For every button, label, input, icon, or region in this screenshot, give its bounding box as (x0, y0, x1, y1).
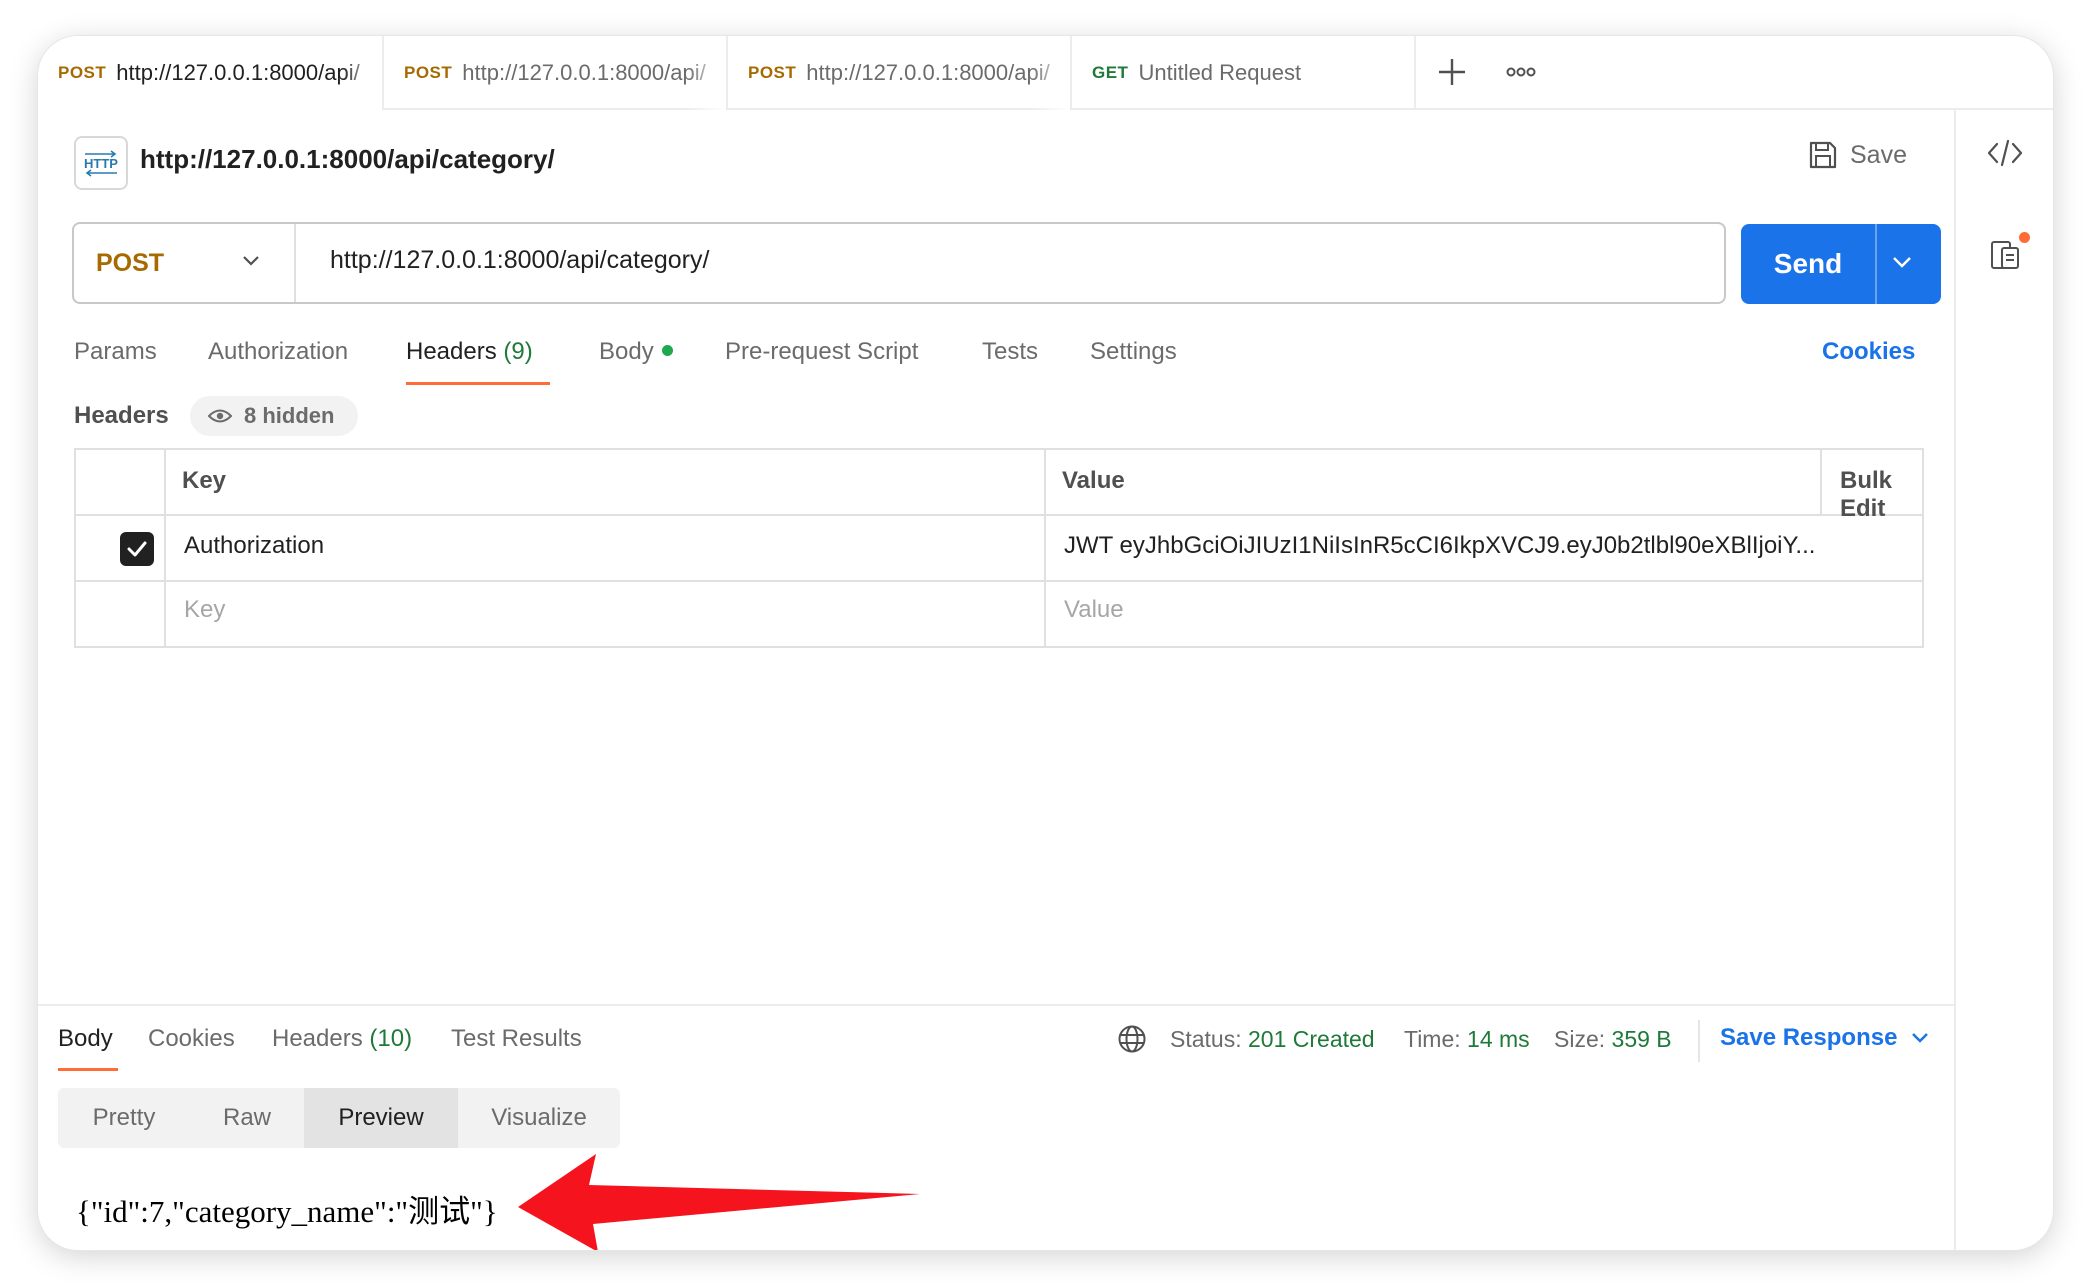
method-label: POST (96, 248, 165, 277)
notification-dot (2017, 230, 2032, 245)
http-icon: HTTP (74, 136, 128, 190)
header-value-cell[interactable]: JWT eyJhbGciOiJIUzI1NiIsInR5cCI6IkpXVCJ9… (1064, 532, 1904, 560)
chevron-down-icon[interactable] (1891, 254, 1913, 270)
response-tab-body[interactable]: Body (58, 1025, 113, 1053)
active-tab-indicator (406, 382, 550, 385)
right-sidebar (1954, 110, 2053, 1250)
globe-icon[interactable] (1117, 1024, 1147, 1054)
view-pretty[interactable]: Pretty (58, 1088, 190, 1148)
app-window: POST http://127.0.0.1:8000/api/ POST htt… (38, 36, 2053, 1250)
size-label: Size: (1554, 1026, 1606, 1052)
tab-url: Untitled Request (1138, 60, 1302, 85)
body-status-dot (661, 345, 673, 357)
more-icon[interactable] (1506, 64, 1536, 80)
chevron-down-icon (243, 256, 259, 266)
status-value: 201 Created (1248, 1026, 1375, 1052)
response-divider (38, 1004, 1954, 1006)
plus-icon[interactable] (1434, 54, 1470, 90)
time-label: Time: (1404, 1026, 1461, 1052)
request-tab[interactable]: POST http://127.0.0.1:8000/api/ (384, 36, 728, 110)
tab-params[interactable]: Params (74, 338, 157, 366)
response-tab-cookies[interactable]: Cookies (148, 1025, 235, 1053)
tab-body-label: Body (599, 338, 654, 365)
code-icon[interactable] (1986, 138, 2024, 168)
http-badge-text: HTTP (84, 156, 118, 171)
response-headers-count: (10) (369, 1025, 413, 1052)
hidden-count: 8 hidden (244, 403, 335, 428)
red-arrow-annotation (518, 1154, 920, 1250)
request-title: http://127.0.0.1:8000/api/category/ (140, 144, 555, 174)
response-active-tab-indicator (58, 1068, 118, 1071)
response-body-preview: {"id":7,"category_name":"测试"} (76, 1194, 498, 1229)
save-response-label: Save Response (1720, 1024, 1898, 1051)
save-icon (1809, 141, 1837, 169)
column-header-value: Value (1062, 467, 1125, 494)
url-input[interactable]: http://127.0.0.1:8000/api/category/ (330, 246, 709, 275)
response-headers-label: Headers (272, 1025, 363, 1052)
check-icon (127, 541, 147, 557)
header-key-cell[interactable]: Authorization (184, 532, 324, 560)
headers-section-label: Headers (74, 402, 169, 429)
hidden-headers-toggle[interactable]: 8 hidden (190, 396, 358, 436)
response-size: Size: 359 B (1554, 1026, 1672, 1053)
view-raw[interactable]: Raw (190, 1088, 304, 1148)
size-value: 359 B (1611, 1026, 1672, 1052)
request-tab[interactable]: POST http://127.0.0.1:8000/api/ (38, 36, 384, 110)
tab-method: GET (1092, 63, 1129, 82)
column-header-key: Key (182, 467, 227, 494)
status-label: Status: (1170, 1026, 1242, 1052)
tab-tests[interactable]: Tests (982, 338, 1038, 366)
response-status: Status: 201 Created (1170, 1026, 1375, 1053)
tab-method: POST (404, 63, 453, 82)
chevron-down-icon (1912, 1033, 1929, 1043)
tab-headers[interactable]: Headers (9) (406, 338, 533, 366)
method-select[interactable]: POST (74, 224, 296, 302)
cookies-link[interactable]: Cookies (1822, 338, 1915, 366)
header-enabled-checkbox[interactable] (120, 532, 154, 566)
tab-url: http://127.0.0.1:8000/api/ (462, 60, 706, 85)
tab-method: POST (748, 63, 797, 82)
view-preview[interactable]: Preview (304, 1088, 458, 1148)
view-visualize[interactable]: Visualize (458, 1088, 620, 1148)
tab-body[interactable]: Body (599, 338, 673, 366)
tab-url: http://127.0.0.1:8000/api/ (806, 60, 1050, 85)
save-button[interactable]: Save (1808, 140, 1907, 170)
save-label: Save (1850, 140, 1907, 169)
send-button[interactable]: Send (1741, 224, 1941, 304)
response-tab-test-results[interactable]: Test Results (451, 1025, 582, 1053)
response-time: Time: 14 ms (1404, 1026, 1530, 1053)
response-tab-headers[interactable]: Headers (10) (272, 1025, 412, 1053)
response-view-selector: Pretty Raw Preview Visualize (58, 1088, 620, 1148)
bulk-edit-button[interactable]: Bulk Edit (1840, 467, 1922, 523)
tab-pre-request-script[interactable]: Pre-request Script (725, 338, 918, 366)
url-bar: POST http://127.0.0.1:8000/api/category/ (72, 222, 1726, 304)
doc-icon[interactable] (1990, 238, 2022, 272)
tab-bar: POST http://127.0.0.1:8000/api/ POST htt… (38, 36, 2053, 110)
tab-method: POST (58, 63, 107, 82)
new-header-key-input[interactable]: Key (184, 596, 225, 624)
tab-url: http://127.0.0.1:8000/api/ (116, 60, 360, 85)
time-value: 14 ms (1467, 1026, 1530, 1052)
new-header-value-input[interactable]: Value (1064, 596, 1124, 624)
tab-settings[interactable]: Settings (1090, 338, 1177, 366)
request-tab[interactable]: GET Untitled Request (1072, 36, 1416, 110)
request-tab[interactable]: POST http://127.0.0.1:8000/api/ (728, 36, 1072, 110)
eye-icon (208, 409, 232, 423)
headers-table: Key Value Bulk Edit Authorization JWT ey… (74, 448, 1924, 648)
tab-authorization[interactable]: Authorization (208, 338, 348, 366)
save-response-button[interactable]: Save Response (1720, 1024, 1929, 1052)
send-label: Send (1773, 248, 1843, 279)
tab-headers-count: (9) (503, 338, 533, 365)
tab-headers-label: Headers (406, 338, 497, 365)
